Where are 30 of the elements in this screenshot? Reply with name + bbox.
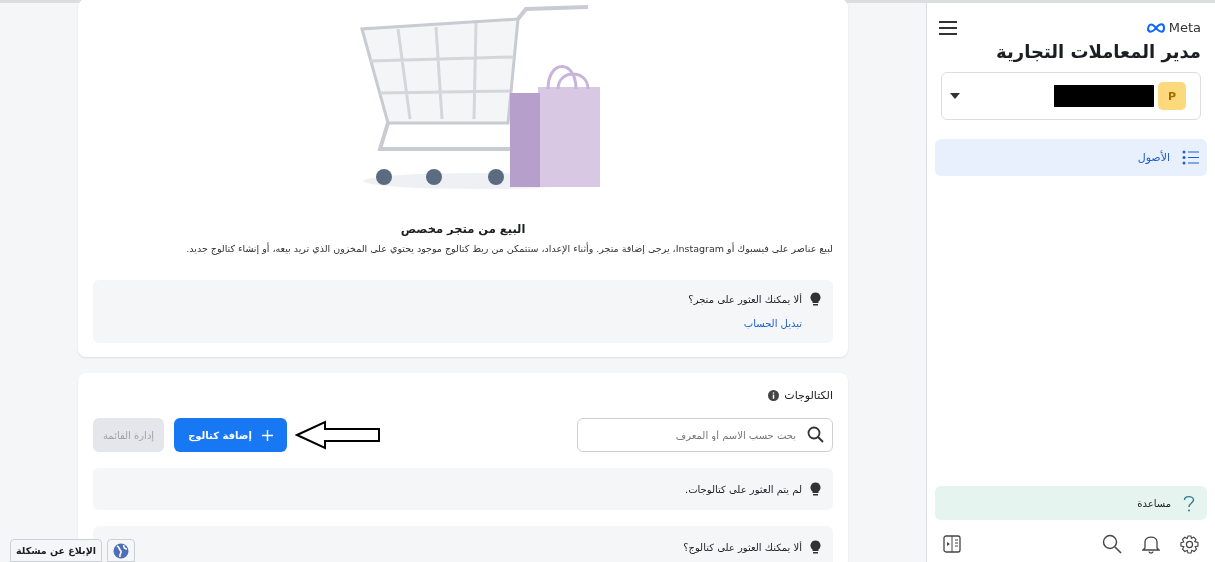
shop-title: البيع من متجر مخصص: [400, 222, 526, 236]
account-avatar: P: [1158, 82, 1186, 110]
report-problem-button[interactable]: الإبلاغ عن مشكلة: [10, 539, 102, 562]
list-icon: [1182, 150, 1199, 165]
caret-icon: [950, 93, 960, 99]
switch-account-link[interactable]: تبديل الحساب: [743, 318, 802, 329]
search-icon: [807, 426, 824, 443]
nav-item[interactable]: الأصول: [935, 139, 1207, 176]
hint-question: ألا يمكنك العثور على متجر؟: [688, 293, 802, 305]
search-icon[interactable]: [1102, 534, 1122, 554]
info-icon: [768, 390, 780, 401]
app-title: مدير المعاملات التجارية: [995, 40, 1202, 62]
settings-icon[interactable]: [1180, 534, 1199, 554]
help-button[interactable]: مساعدة: [935, 486, 1207, 520]
notice-text: ألا يمكنك العثور على كتالوج؟: [683, 541, 802, 553]
panel-toggle-icon[interactable]: [943, 535, 961, 553]
account-selector[interactable]: P: [941, 72, 1201, 120]
catalogs-title: الكتالوجات: [784, 389, 833, 402]
menu-icon[interactable]: [939, 20, 957, 35]
notice-text: لم يتم العثور على كتالوجات.: [685, 483, 802, 495]
question-icon: [1183, 494, 1195, 512]
lightbulb-icon: [810, 482, 821, 496]
lightbulb-icon: [810, 540, 821, 554]
language-button[interactable]: [106, 539, 135, 562]
meta-logo: Meta: [1145, 20, 1201, 35]
plus-icon: [261, 429, 273, 441]
shop-description: لبيع عناصر على فيسبوك أو Instagram، يرجى إضافة متجر. وأثناء الإعداد، ستتمكن من ربط كتالوج موجود يحتوي على المخزون الذي تريد بيعه، أو إنشاء كتالوج جديد.: [185, 243, 833, 254]
lightbulb-icon: [810, 292, 821, 306]
notifications-icon[interactable]: [1142, 534, 1160, 554]
add-catalog-button[interactable]: إضافة كتالوج: [174, 418, 287, 452]
